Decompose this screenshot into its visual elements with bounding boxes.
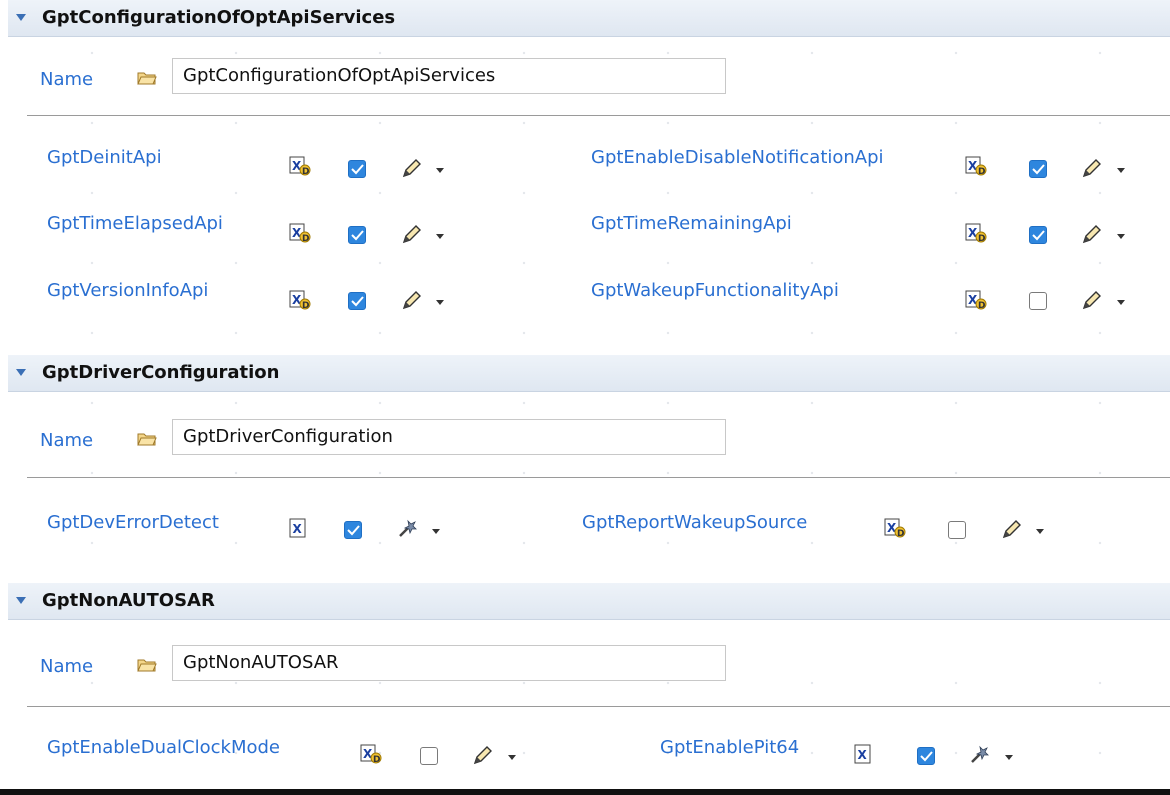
svg-text:D: D [302,234,309,244]
name-field[interactable]: GptDriverConfiguration [172,419,726,455]
xd-icon[interactable]: XD [965,222,987,244]
pencil-icon[interactable] [400,289,422,311]
svg-text:D: D [978,167,985,177]
pencil-icon[interactable] [400,157,422,179]
xd-icon[interactable]: XD [884,517,906,539]
checkbox-gpt-deinit-api[interactable] [348,160,366,178]
param-label-gpt-report-wakeup-source: GptReportWakeupSource [582,512,808,533]
wand-icon[interactable] [968,744,990,766]
section-title: GptConfigurationOfOptApiServices [42,7,396,28]
param-label-gpt-dev-error-detect: GptDevErrorDetect [47,512,219,533]
pencil-icon[interactable] [400,223,422,245]
section-header-opt-api-services[interactable]: GptConfigurationOfOptApiServices [8,0,1170,37]
dropdown-caret-icon[interactable] [1117,234,1125,239]
folder-icon [137,659,157,672]
checkbox-gpt-enable-pit64[interactable] [917,747,935,765]
svg-text:D: D [978,301,985,311]
section-header-driver-configuration[interactable]: GptDriverConfiguration [8,355,1170,392]
bottom-border [0,789,1170,795]
xd-icon[interactable]: XD [289,289,311,311]
checkbox-gpt-time-elapsed-api[interactable] [348,226,366,244]
section-divider [27,477,1170,478]
pencil-icon[interactable] [1080,223,1102,245]
collapse-triangle-icon[interactable] [16,597,26,604]
param-label-gpt-enable-disable-notification-api: GptEnableDisableNotificationApi [591,147,884,168]
pencil-icon[interactable] [471,744,493,766]
section-title: GptDriverConfiguration [42,362,280,383]
param-label-gpt-deinit-api: GptDeinitApi [47,147,162,168]
dropdown-caret-icon[interactable] [432,529,440,534]
checkbox-gpt-enable-disable-notification-api[interactable] [1029,160,1047,178]
param-label-gpt-enable-dual-clock-mode: GptEnableDualClockMode [47,737,280,758]
svg-text:D: D [302,301,309,311]
section-title: GptNonAUTOSAR [42,590,215,611]
dropdown-caret-icon[interactable] [1005,755,1013,760]
xd-icon[interactable]: XD [289,222,311,244]
x-icon[interactable]: X [852,743,874,765]
checkbox-gpt-report-wakeup-source[interactable] [948,521,966,539]
dropdown-caret-icon[interactable] [436,300,444,305]
wand-icon[interactable] [396,518,418,540]
x-icon[interactable]: X [287,517,309,539]
section-divider [27,706,1170,707]
checkbox-gpt-time-remaining-api[interactable] [1029,226,1047,244]
param-label-gpt-time-remaining-api: GptTimeRemainingApi [591,213,792,234]
svg-text:D: D [897,529,904,539]
checkbox-gpt-version-info-api[interactable] [348,292,366,310]
collapse-triangle-icon[interactable] [16,369,26,376]
dropdown-caret-icon[interactable] [1117,168,1125,173]
pencil-icon[interactable] [1080,157,1102,179]
svg-text:X: X [858,748,868,762]
dropdown-caret-icon[interactable] [508,755,516,760]
dropdown-caret-icon[interactable] [1036,529,1044,534]
param-label-gpt-time-elapsed-api: GptTimeElapsedApi [47,213,223,234]
svg-text:D: D [373,755,380,765]
name-label: Name [40,430,94,451]
svg-text:X: X [293,522,303,536]
folder-icon [137,72,157,85]
pencil-icon[interactable] [1000,518,1022,540]
param-label-gpt-enable-pit64: GptEnablePit64 [660,737,800,758]
svg-text:D: D [302,167,309,177]
param-label-gpt-version-info-api: GptVersionInfoApi [47,280,209,301]
collapse-triangle-icon[interactable] [16,14,26,21]
xd-icon[interactable]: XD [965,155,987,177]
section-divider [27,115,1170,116]
name-field[interactable]: GptConfigurationOfOptApiServices [172,58,726,94]
xd-icon[interactable]: XD [360,743,382,765]
checkbox-gpt-dev-error-detect[interactable] [344,521,362,539]
xd-icon[interactable]: XD [965,289,987,311]
name-field[interactable]: GptNonAUTOSAR [172,645,726,681]
dropdown-caret-icon[interactable] [436,234,444,239]
svg-text:D: D [978,234,985,244]
folder-icon [137,433,157,446]
checkbox-gpt-enable-dual-clock-mode[interactable] [420,747,438,765]
name-label: Name [40,656,94,677]
name-label: Name [40,69,94,90]
checkbox-gpt-wakeup-functionality-api[interactable] [1029,292,1047,310]
dropdown-caret-icon[interactable] [1117,300,1125,305]
section-header-non-autosar[interactable]: GptNonAUTOSAR [8,583,1170,620]
xd-icon[interactable]: XD [289,155,311,177]
pencil-icon[interactable] [1080,289,1102,311]
param-label-gpt-wakeup-functionality-api: GptWakeupFunctionalityApi [591,280,839,301]
dropdown-caret-icon[interactable] [436,168,444,173]
